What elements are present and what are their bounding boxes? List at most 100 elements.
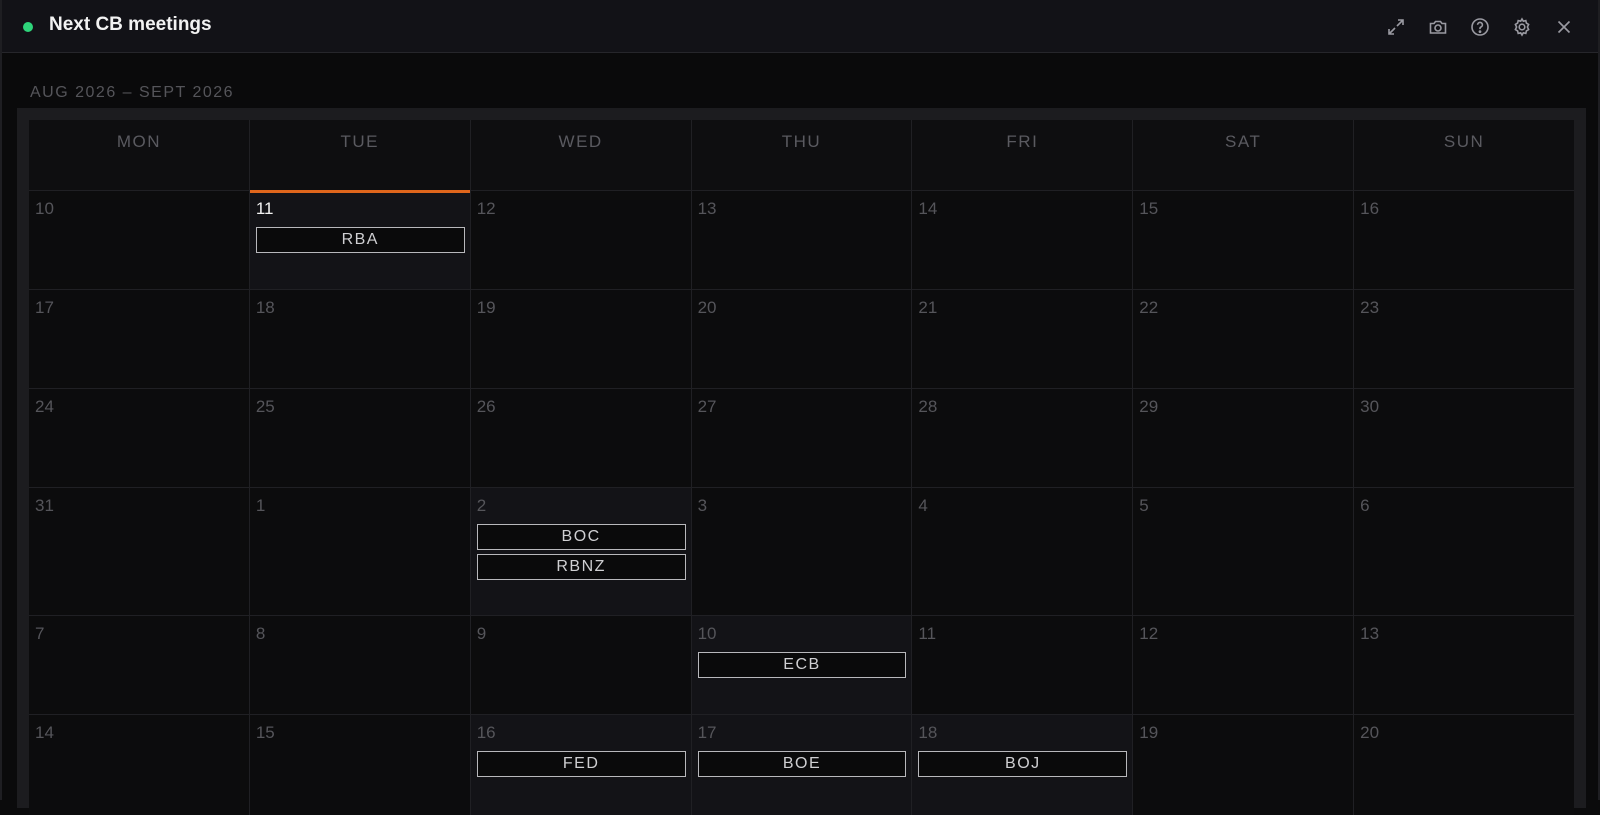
day-cell[interactable]: 12 <box>1133 616 1354 714</box>
calendar-frame: MON TUE WED THU FRI SAT SUN 10 11 RBA 12 13 14 15 16 17… <box>17 108 1586 815</box>
event-boe[interactable]: BOE <box>697 751 907 777</box>
day-cell[interactable]: 29 <box>1133 389 1354 487</box>
title-bar: Next CB meetings <box>2 0 1598 53</box>
help-icon[interactable] <box>1466 14 1494 40</box>
day-cell[interactable]: 19 <box>470 290 691 388</box>
day-number: 18 <box>255 298 275 317</box>
day-number: 25 <box>255 397 275 416</box>
day-cell[interactable]: 13 <box>691 191 912 289</box>
day-cell[interactable]: 31 <box>29 488 249 615</box>
day-number: 15 <box>255 723 275 742</box>
event-rba[interactable]: RBA <box>255 227 465 253</box>
gear-icon[interactable] <box>1508 14 1536 40</box>
day-cell[interactable]: 7 <box>29 616 249 714</box>
day-cell[interactable]: 27 <box>691 389 912 487</box>
day-cell[interactable]: 13 <box>1354 616 1574 714</box>
day-number: 19 <box>1139 723 1159 742</box>
day-cell[interactable]: 9 <box>470 616 691 714</box>
camera-icon[interactable] <box>1424 14 1452 40</box>
day-cell[interactable]: 14 <box>29 715 249 815</box>
day-number: 20 <box>697 298 717 317</box>
day-number: 22 <box>1139 298 1159 317</box>
day-number: 13 <box>1360 624 1380 643</box>
day-number: 19 <box>476 298 496 317</box>
day-cell[interactable]: 17 <box>29 290 249 388</box>
weekday-header-sun: SUN <box>1354 120 1574 190</box>
day-number: 14 <box>918 199 938 218</box>
day-number: 18 <box>918 723 938 742</box>
weekday-header-tue: TUE <box>249 120 470 190</box>
calendar-grid: MON TUE WED THU FRI SAT SUN 10 11 RBA 12 13 14 15 16 17… <box>29 120 1574 815</box>
day-cell[interactable]: 3 <box>691 488 912 615</box>
day-number: 3 <box>697 496 708 515</box>
day-number: 17 <box>35 298 54 317</box>
day-cell[interactable]: 12 <box>470 191 691 289</box>
day-cell-today[interactable]: 11 RBA <box>249 190 470 289</box>
day-cell[interactable]: 15 <box>1133 191 1354 289</box>
day-number: 1 <box>255 496 266 515</box>
day-number: 26 <box>476 397 496 416</box>
event-rbnz[interactable]: RBNZ <box>476 554 686 580</box>
day-number: 23 <box>1360 298 1380 317</box>
day-cell[interactable]: 21 <box>912 290 1133 388</box>
day-number: 12 <box>1139 624 1159 643</box>
day-number: 4 <box>918 496 928 515</box>
day-number: 2 <box>476 496 487 515</box>
day-number: 13 <box>697 199 717 218</box>
day-cell[interactable]: 5 <box>1133 488 1354 615</box>
day-number: 8 <box>255 624 266 643</box>
day-cell[interactable]: 17 BOE <box>691 715 912 815</box>
day-number: 7 <box>35 624 45 643</box>
day-cell[interactable]: 6 <box>1354 488 1574 615</box>
day-cell[interactable]: 30 <box>1354 389 1574 487</box>
expand-icon[interactable] <box>1382 14 1410 40</box>
day-cell[interactable]: 23 <box>1354 290 1574 388</box>
weekday-header-thu: THU <box>691 120 912 190</box>
day-number: 14 <box>35 723 54 742</box>
weekday-header-mon: MON <box>29 120 249 190</box>
day-cell[interactable]: 4 <box>912 488 1133 615</box>
day-number: 6 <box>1360 496 1370 515</box>
day-number: 30 <box>1360 397 1380 416</box>
day-number: 17 <box>697 723 717 742</box>
event-boj[interactable]: BOJ <box>918 751 1128 777</box>
day-cell[interactable]: 28 <box>912 389 1133 487</box>
day-cell[interactable]: 2 BOC RBNZ <box>470 488 691 615</box>
day-cell[interactable]: 16 FED <box>470 715 691 815</box>
day-cell[interactable]: 25 <box>249 389 470 487</box>
day-number: 21 <box>918 298 938 317</box>
day-cell[interactable]: 10 <box>29 191 249 289</box>
day-number: 29 <box>1139 397 1159 416</box>
weekday-header-wed: WED <box>470 120 691 190</box>
day-cell[interactable]: 8 <box>249 616 470 714</box>
day-number: 27 <box>697 397 717 416</box>
event-boc[interactable]: BOC <box>476 524 686 550</box>
day-number: 20 <box>1360 723 1380 742</box>
day-cell[interactable]: 22 <box>1133 290 1354 388</box>
day-cell[interactable]: 14 <box>912 191 1133 289</box>
day-cell[interactable]: 20 <box>691 290 912 388</box>
day-cell[interactable]: 10 ECB <box>691 616 912 714</box>
weekday-header-sat: SAT <box>1133 120 1354 190</box>
day-number: 16 <box>476 723 496 742</box>
day-cell[interactable]: 19 <box>1133 715 1354 815</box>
day-cell[interactable]: 18 BOJ <box>912 715 1133 815</box>
day-number: 31 <box>35 496 54 515</box>
day-cell[interactable]: 15 <box>249 715 470 815</box>
day-cell[interactable]: 16 <box>1354 191 1574 289</box>
date-range-label: AUG 2026 – SEPT 2026 <box>30 84 235 101</box>
day-number: 10 <box>697 624 717 643</box>
day-cell[interactable]: 24 <box>29 389 249 487</box>
window-title: Next CB meetings <box>49 14 212 35</box>
close-icon[interactable] <box>1550 14 1578 40</box>
day-number: 5 <box>1139 496 1149 515</box>
day-cell[interactable]: 11 <box>912 616 1133 714</box>
day-cell[interactable]: 1 <box>249 488 470 615</box>
status-dot <box>23 22 33 32</box>
day-number: 12 <box>476 199 496 218</box>
event-fed[interactable]: FED <box>476 751 686 777</box>
day-cell[interactable]: 26 <box>470 389 691 487</box>
day-cell[interactable]: 18 <box>249 290 470 388</box>
day-cell[interactable]: 20 <box>1354 715 1574 815</box>
event-ecb[interactable]: ECB <box>697 652 907 678</box>
